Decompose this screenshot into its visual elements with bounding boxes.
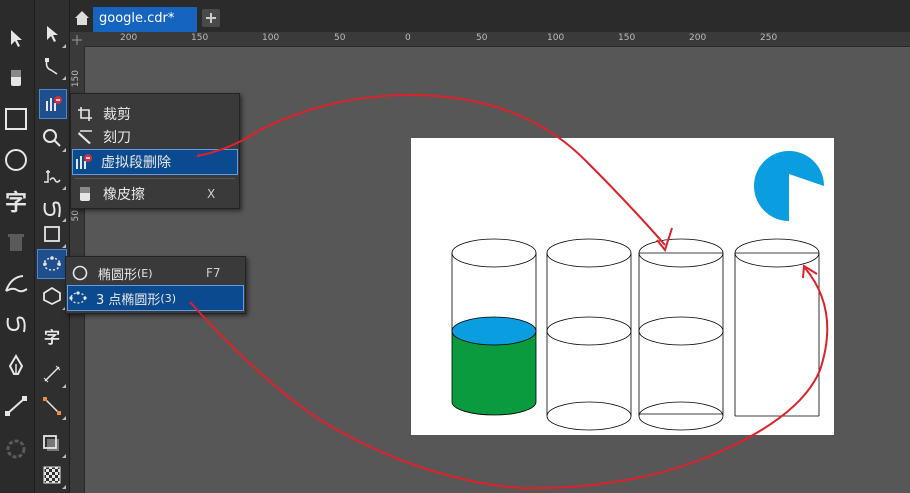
- eraser-tool-icon[interactable]: [0, 62, 32, 94]
- ruler-tick-label: 250: [760, 33, 778, 43]
- crop-icon: [75, 104, 95, 124]
- dimension-tool-icon[interactable]: [36, 358, 68, 390]
- cylinder-1: [451, 238, 537, 416]
- menu-item-eraser[interactable]: 橡皮擦 X: [75, 182, 237, 206]
- ellipse-tool-icon[interactable]: [37, 249, 67, 279]
- zoom-tool-icon[interactable]: [36, 122, 68, 154]
- artistic-media-icon[interactable]: [0, 268, 32, 300]
- three-point-ellipse-icon: [68, 288, 88, 308]
- trim-tools-flyout: 裁剪 刻刀 虚拟段删除 橡皮擦 X: [70, 93, 240, 209]
- ruler-tick-label: 50: [334, 33, 346, 43]
- virtual-segment-delete-icon: [73, 152, 93, 172]
- shape-tool-icon[interactable]: [36, 50, 68, 82]
- crop-tool-icon[interactable]: [39, 89, 67, 119]
- menu-item-virtual-segment-delete[interactable]: 虚拟段删除: [72, 149, 238, 175]
- menu-item-label: 3 点椭圆形: [96, 292, 161, 308]
- polygon-tool-icon[interactable]: [36, 280, 68, 312]
- cylinder-3: [638, 238, 724, 431]
- shortcut-label: F7: [206, 266, 221, 280]
- ruler-tick-label: 200: [689, 33, 707, 43]
- menu-item-ellipse[interactable]: 椭圆形 (E) F7: [70, 261, 243, 285]
- menu-divider: [75, 178, 235, 179]
- ruler-tick-label: 150: [71, 70, 81, 88]
- ruler-tick-label: 200: [120, 33, 138, 43]
- freehand-tool-icon[interactable]: [36, 160, 68, 192]
- add-tab-button[interactable]: [202, 9, 220, 27]
- document-page[interactable]: [411, 138, 834, 435]
- home-icon[interactable]: [72, 8, 92, 28]
- ellipse-tools-flyout: 椭圆形 (E) F7 3 点椭圆形 (3): [65, 256, 246, 314]
- pacman-shape: [754, 151, 824, 221]
- mnemonic-label: (3): [160, 291, 176, 305]
- menu-item-knife[interactable]: 刻刀: [75, 125, 237, 149]
- shortcut-label: X: [207, 187, 216, 201]
- menu-item-crop[interactable]: 裁剪: [75, 102, 237, 126]
- menu-item-label: 裁剪: [103, 107, 131, 123]
- freehand-icon[interactable]: [0, 308, 32, 340]
- menu-item-label: 椭圆形: [98, 267, 138, 283]
- ruler-tick-label: 100: [547, 33, 565, 43]
- cylinder-2: [546, 238, 632, 431]
- eraser-icon: [75, 184, 95, 204]
- rectangle-tool-icon[interactable]: [36, 218, 68, 250]
- connector-tool-icon[interactable]: [36, 390, 68, 422]
- ruler-tick-label: 50: [476, 33, 488, 43]
- ruler-tick-label: 0: [405, 33, 411, 43]
- menu-item-three-point-ellipse[interactable]: 3 点椭圆形 (3): [67, 285, 244, 311]
- mnemonic-label: (E): [137, 266, 153, 280]
- ellipse-tool-icon[interactable]: [0, 144, 32, 176]
- knife-icon: [75, 127, 95, 147]
- menu-item-label: 虚拟段删除: [101, 155, 171, 171]
- ruler-origin[interactable]: [70, 32, 84, 46]
- ruler-tick-label: 50: [71, 210, 81, 222]
- shadow-tool-icon[interactable]: [36, 428, 68, 460]
- ellipse-icon: [70, 263, 90, 283]
- pick-tool-icon[interactable]: [36, 18, 68, 50]
- transparency-tool-icon[interactable]: [36, 459, 68, 491]
- menu-item-label: 橡皮擦: [103, 187, 145, 203]
- delete-icon[interactable]: [0, 226, 32, 258]
- rectangle-tool-icon[interactable]: [0, 103, 32, 135]
- ruler-tick-label: 150: [618, 33, 636, 43]
- text-tool-icon[interactable]: 字: [0, 185, 32, 217]
- text-tool-icon[interactable]: 字: [36, 320, 68, 352]
- document-tab[interactable]: google.cdr*: [93, 7, 197, 32]
- ruler-tick-label: 150: [191, 33, 209, 43]
- ruler-tick-label: 100: [262, 33, 280, 43]
- gear-icon[interactable]: [0, 433, 32, 465]
- menu-item-label: 刻刀: [103, 130, 131, 146]
- pick-tool-icon[interactable]: [0, 22, 32, 54]
- page-drawing: [451, 151, 824, 431]
- outer-toolbar: 字: [0, 0, 35, 493]
- connector-tool-icon[interactable]: [0, 390, 32, 422]
- pen-tool-icon[interactable]: [0, 350, 32, 382]
- cylinder-4: [734, 238, 820, 417]
- inner-toolbar: 字: [35, 0, 70, 493]
